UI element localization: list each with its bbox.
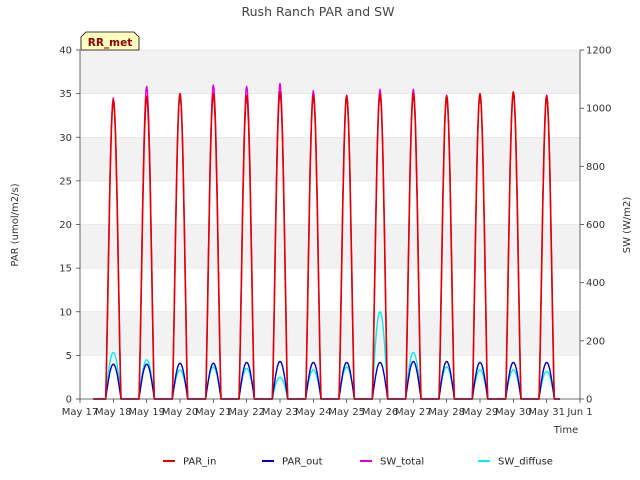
y-left-tick-label: 20 [59, 220, 72, 231]
y-right-tick-label: 400 [586, 278, 605, 289]
y-right-tick-label: 600 [586, 220, 605, 231]
y-left-tick-label: 10 [59, 307, 72, 318]
x-tick-label: May 22 [228, 407, 265, 418]
y-left-tick-label: 5 [66, 351, 72, 362]
x-tick-label: May 31 [528, 407, 565, 418]
x-tick-label: May 29 [462, 407, 499, 418]
grid-band [80, 355, 580, 399]
legend: PAR_in PAR_out SW_total SW_diffuse [163, 457, 553, 468]
x-tick-label: May 23 [262, 407, 299, 418]
y-left-tick-label: 15 [59, 264, 72, 275]
site-badge-label: RR_met [88, 37, 133, 49]
grid-band [80, 137, 580, 181]
grid-band [80, 224, 580, 269]
legend-label-par-in: PAR_in [183, 457, 216, 468]
x-tick-label: May 24 [295, 407, 332, 418]
grid-band [80, 93, 580, 138]
x-tick-label: May 20 [162, 407, 199, 418]
x-tick-label: May 25 [328, 407, 365, 418]
x-axis-title: Time [553, 425, 578, 436]
y-left-tick-label: 30 [59, 133, 72, 144]
y-left-tick-label: 25 [59, 176, 72, 187]
grid-band [80, 50, 580, 94]
legend-label-sw-total: SW_total [380, 457, 424, 468]
legend-label-sw-diffuse: SW_diffuse [498, 457, 553, 468]
x-tick-label: May 19 [128, 407, 165, 418]
x-tick-label: May 30 [495, 407, 532, 418]
legend-label-par-out: PAR_out [282, 457, 323, 468]
x-tick-label: May 18 [95, 407, 132, 418]
grid-bands [80, 49, 580, 400]
y-axis-right-title: SW (W/m2) [622, 197, 633, 254]
chart: 0510152025303540020040060080010001200May… [10, 4, 633, 468]
y-left-tick-label: 40 [59, 46, 72, 57]
y-right-tick-label: 0 [586, 395, 592, 406]
y-axis-left-title: PAR (umol/m2/s) [10, 183, 21, 266]
y-right-tick-label: 200 [586, 336, 605, 347]
y-right-tick-label: 1200 [586, 46, 611, 57]
x-tick-label: May 17 [62, 407, 99, 418]
y-right-tick-label: 1000 [586, 104, 611, 115]
x-tick-label: May 26 [362, 407, 399, 418]
x-tick-label: May 27 [395, 407, 432, 418]
grid-band [80, 311, 580, 356]
y-left-tick-label: 0 [66, 395, 72, 406]
site-badge: RR_met [80, 31, 140, 51]
x-tick-label: May 21 [195, 407, 232, 418]
chart-title: Rush Ranch PAR and SW [242, 4, 395, 19]
grid-band [80, 268, 580, 312]
x-tick-label: May 28 [428, 407, 465, 418]
y-right-tick-label: 800 [586, 162, 605, 173]
grid-band [80, 180, 580, 225]
x-tick-label: Jun 1 [566, 407, 592, 418]
y-left-tick-label: 35 [59, 89, 72, 100]
